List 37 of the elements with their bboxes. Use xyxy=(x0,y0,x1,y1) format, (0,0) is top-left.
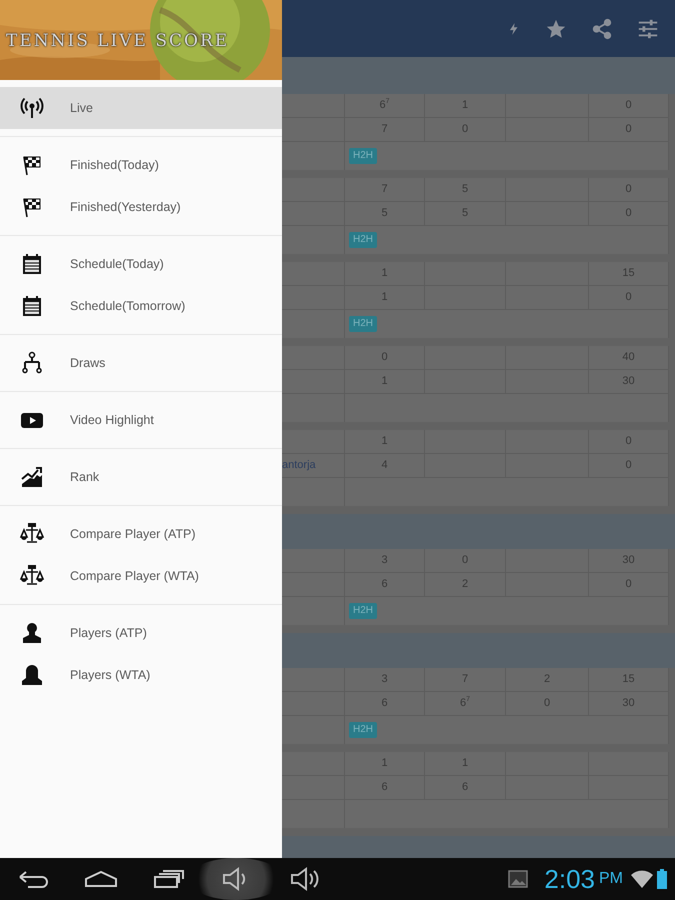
recent-apps-icon xyxy=(154,870,184,888)
home-button[interactable] xyxy=(84,870,118,888)
antenna-icon xyxy=(20,96,44,120)
person-icon xyxy=(20,663,44,687)
star-icon[interactable] xyxy=(545,18,567,40)
speaker-icon xyxy=(290,867,320,891)
app-title: TENNIS LIVE SCORE xyxy=(6,30,230,53)
clock-period: PM xyxy=(599,869,623,889)
wifi-icon xyxy=(631,870,653,888)
drawer-item[interactable]: Compare Player (WTA) xyxy=(0,555,282,597)
home-icon xyxy=(84,870,118,888)
drawer-item[interactable]: Players (WTA) xyxy=(0,654,282,696)
table-cell: antorja xyxy=(282,454,345,477)
drawer-item[interactable]: Rank xyxy=(0,456,282,498)
chart-icon xyxy=(20,465,44,489)
drawer-item[interactable]: Live xyxy=(0,87,282,129)
battery-icon xyxy=(657,869,667,889)
drawer-item[interactable]: Draws xyxy=(0,342,282,384)
person-icon xyxy=(20,621,44,645)
share-icon[interactable] xyxy=(591,18,613,40)
drawer-item[interactable]: Finished(Today) xyxy=(0,144,282,186)
bracket-icon xyxy=(20,351,44,375)
calendar-icon xyxy=(20,252,44,276)
drawer-item[interactable]: Finished(Yesterday) xyxy=(0,186,282,228)
drawer-item[interactable]: Players (ATP) xyxy=(0,612,282,654)
scales-icon xyxy=(20,522,44,546)
scales-icon xyxy=(20,564,44,588)
settings-icon[interactable] xyxy=(637,18,659,40)
drawer-item[interactable]: Compare Player (ATP) xyxy=(0,513,282,555)
recent-apps-button[interactable] xyxy=(154,870,184,888)
clock-time: 2:03 xyxy=(544,866,595,892)
drawer-item[interactable]: Schedule(Tomorrow) xyxy=(0,285,282,327)
calendar-icon xyxy=(20,294,44,318)
volume-up-button[interactable] xyxy=(290,867,320,891)
drawer-item[interactable]: Schedule(Today) xyxy=(0,243,282,285)
image-icon[interactable] xyxy=(508,870,528,888)
drawer-item[interactable]: Video Highlight xyxy=(0,399,282,441)
